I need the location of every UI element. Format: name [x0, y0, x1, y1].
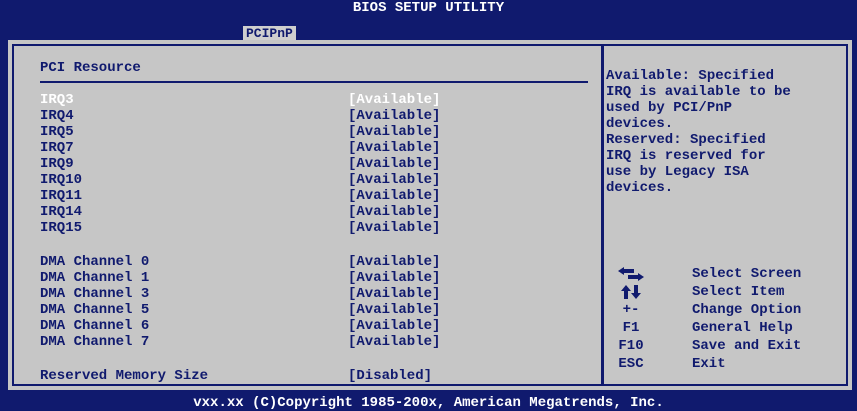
legend-desc: General Help — [692, 320, 793, 336]
setting-label: IRQ7 — [40, 140, 74, 156]
setting-value[interactable]: [Disabled] — [348, 368, 432, 384]
help-text-line: IRQ is reserved for — [606, 148, 766, 164]
legend-key: F10 — [618, 338, 644, 354]
legend-row-exit: ESC Exit — [614, 356, 849, 374]
setting-row-irq9[interactable]: IRQ9 [Available] — [40, 156, 600, 172]
help-text-line: devices. — [606, 180, 674, 196]
legend-key: F1 — [622, 320, 640, 336]
help-text-line: IRQ is available to be — [606, 84, 791, 100]
setting-label: IRQ9 — [40, 156, 74, 172]
left-right-arrows-icon — [614, 266, 648, 281]
setting-row-irq11[interactable]: IRQ11 [Available] — [40, 188, 600, 204]
setting-row-dma1[interactable]: DMA Channel 1 [Available] — [40, 270, 600, 286]
help-text-line: Available: Specified — [606, 68, 775, 84]
setting-row-irq7[interactable]: IRQ7 [Available] — [40, 140, 600, 156]
up-down-arrows-icon — [614, 284, 648, 299]
setting-label: DMA Channel 0 — [40, 254, 150, 270]
legend-desc: Select Item — [692, 284, 785, 300]
setting-value[interactable]: [Available] — [348, 140, 440, 156]
setting-row-irq14[interactable]: IRQ14 [Available] — [40, 204, 600, 220]
setting-label: IRQ5 — [40, 124, 74, 140]
setting-label: DMA Channel 1 — [40, 270, 150, 286]
setting-value[interactable]: [Available] — [348, 108, 440, 124]
setting-label: IRQ15 — [40, 220, 83, 236]
setting-row-irq3[interactable]: IRQ3 [Available] — [40, 92, 600, 108]
setting-label: IRQ4 — [40, 108, 74, 124]
setting-value[interactable]: [Available] — [348, 254, 440, 270]
legend-row-select-screen: Select Screen — [614, 266, 849, 284]
setting-row-dma6[interactable]: DMA Channel 6 [Available] — [40, 318, 600, 334]
window-title: BIOS SETUP UTILITY — [352, 0, 505, 16]
legend-key: ESC — [618, 356, 644, 372]
legend-desc: Select Screen — [692, 266, 802, 282]
legend-row-general-help: F1 General Help — [614, 320, 849, 338]
setting-row-dma7[interactable]: DMA Channel 7 [Available] — [40, 334, 600, 350]
legend-desc: Exit — [692, 356, 726, 372]
setting-row-irq15[interactable]: IRQ15 [Available] — [40, 220, 600, 236]
legend-desc: Save and Exit — [692, 338, 802, 354]
setting-value[interactable]: [Available] — [348, 188, 440, 204]
tab-bar: PCIPnP — [0, 16, 857, 42]
setting-value[interactable]: [Available] — [348, 318, 440, 334]
setting-label: IRQ3 — [40, 92, 74, 108]
frame-border: PCI Resource IRQ3 [Available] IRQ4 [Avai… — [12, 44, 848, 386]
settings-panel: PCI Resource IRQ3 [Available] IRQ4 [Avai… — [14, 46, 600, 384]
section-divider — [40, 81, 588, 83]
setting-label: DMA Channel 7 — [40, 334, 150, 350]
setting-value[interactable]: [Available] — [348, 172, 440, 188]
key-legend: Select Screen Select Item +- Change Opti… — [614, 266, 849, 374]
setting-value[interactable]: [Available] — [348, 220, 440, 236]
legend-row-select-item: Select Item — [614, 284, 849, 302]
setting-row-irq10[interactable]: IRQ10 [Available] — [40, 172, 600, 188]
setting-row-dma5[interactable]: DMA Channel 5 [Available] — [40, 302, 600, 318]
setting-label: IRQ10 — [40, 172, 83, 188]
help-panel: Available: Specified IRQ is available to… — [606, 68, 846, 196]
help-text-line: use by Legacy ISA — [606, 164, 749, 180]
help-text-line: used by PCI/PnP — [606, 100, 733, 116]
panel-divider — [601, 46, 604, 384]
section-title: PCI Resource — [40, 60, 141, 76]
setting-value[interactable]: [Available] — [348, 270, 440, 286]
setting-label: DMA Channel 6 — [40, 318, 150, 334]
setting-label: Reserved Memory Size — [40, 368, 209, 384]
copyright-footer: vxx.xx (C)Copyright 1985-200x, American … — [193, 395, 664, 411]
setting-row-irq5[interactable]: IRQ5 [Available] — [40, 124, 600, 140]
help-text-line: Reserved: Specified — [606, 132, 766, 148]
setting-row-irq4[interactable]: IRQ4 [Available] — [40, 108, 600, 124]
setting-label: IRQ14 — [40, 204, 83, 220]
setting-label: IRQ11 — [40, 188, 83, 204]
setting-value[interactable]: [Available] — [348, 156, 440, 172]
setting-value[interactable]: [Available] — [348, 302, 440, 318]
setting-row-dma3[interactable]: DMA Channel 3 [Available] — [40, 286, 600, 302]
setting-label: DMA Channel 3 — [40, 286, 150, 302]
help-text-line: devices. — [606, 116, 674, 132]
legend-key: +- — [622, 302, 640, 318]
setting-value[interactable]: [Available] — [348, 334, 440, 350]
setting-value[interactable]: [Available] — [348, 204, 440, 220]
setting-value[interactable]: [Available] — [348, 92, 440, 108]
main-frame: PCI Resource IRQ3 [Available] IRQ4 [Avai… — [8, 40, 852, 390]
setting-label: DMA Channel 5 — [40, 302, 150, 318]
legend-row-change-option: +- Change Option — [614, 302, 849, 320]
legend-desc: Change Option — [692, 302, 802, 318]
setting-row-dma0[interactable]: DMA Channel 0 [Available] — [40, 254, 600, 270]
setting-value[interactable]: [Available] — [348, 124, 440, 140]
legend-row-save-exit: F10 Save and Exit — [614, 338, 849, 356]
setting-row-reserved-memory[interactable]: Reserved Memory Size [Disabled] — [40, 368, 600, 384]
setting-value[interactable]: [Available] — [348, 286, 440, 302]
